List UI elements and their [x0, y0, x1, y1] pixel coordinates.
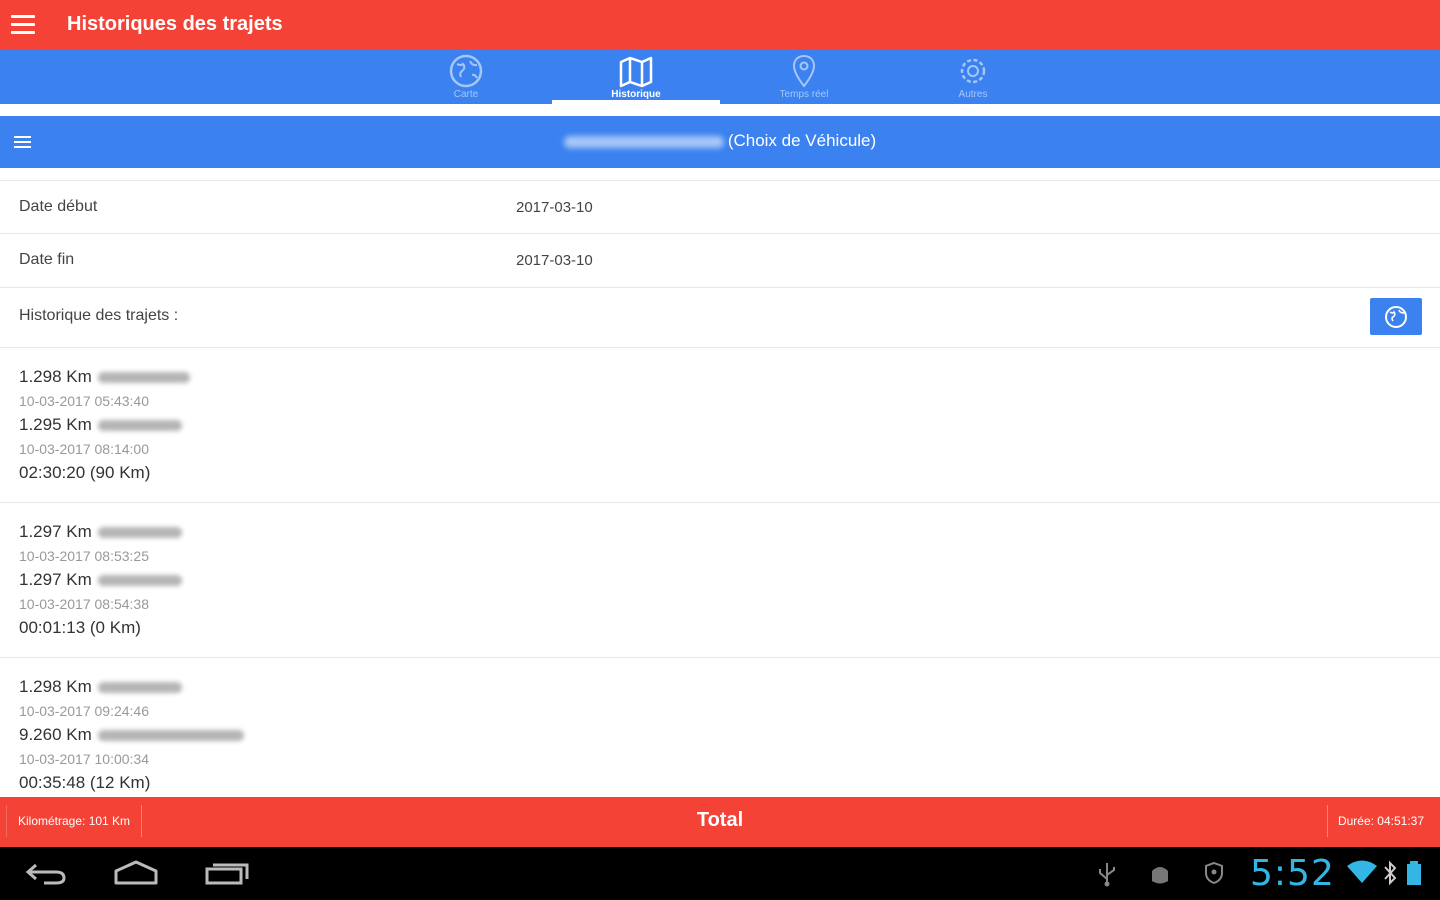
date-end-value[interactable]: 2017-03-10 — [516, 252, 593, 269]
app-bar: Historiques des trajets — [0, 0, 1440, 50]
trip-end-time: 10-03-2017 08:54:38 — [19, 596, 149, 612]
tab-historique[interactable]: Historique — [552, 50, 720, 104]
back-button[interactable] — [24, 857, 68, 894]
date-start-label: Date début — [19, 198, 98, 215]
trip-start-km: 1.297 Km — [19, 522, 182, 542]
bluetooth-icon — [1384, 860, 1397, 886]
android-debug-icon — [1152, 867, 1168, 884]
globe-icon — [449, 54, 483, 88]
totals-footer: Total Kilométrage: 101 Km Durée: 04:51:3… — [0, 797, 1440, 847]
date-end-label: Date fin — [19, 251, 75, 268]
map-icon — [619, 56, 653, 88]
trip-end-time: 10-03-2017 10:00:34 — [19, 751, 149, 767]
tab-historique-label: Historique — [611, 89, 661, 100]
back-icon — [25, 863, 66, 885]
tab-autres[interactable]: Autres — [889, 50, 1057, 104]
home-button[interactable] — [112, 857, 160, 894]
trip-start-time: 10-03-2017 09:24:46 — [19, 703, 149, 719]
trip-duration: 02:30:20 (90 Km) — [19, 463, 151, 482]
battery-icon — [1407, 861, 1421, 885]
vehicle-selector[interactable]: (Choix de Véhicule) — [0, 131, 1440, 151]
tab-autres-label: Autres — [958, 89, 988, 100]
tab-carte[interactable]: Carte — [382, 50, 550, 104]
tab-indicator — [552, 100, 720, 104]
location-pin-icon — [792, 54, 816, 88]
trip-start-time: 10-03-2017 08:53:25 — [19, 548, 149, 564]
trip-start-km: 1.298 Km — [19, 677, 182, 697]
history-header-row: Historique des trajets : — [0, 288, 1440, 348]
date-end-row[interactable]: Date fin 2017-03-10 — [0, 233, 1440, 288]
trip-end-km: 9.260 Km — [19, 725, 244, 745]
history-label: Historique des trajets : — [19, 307, 179, 324]
usb-icon — [1099, 863, 1115, 887]
vehicle-selector-bar[interactable]: (Choix de Véhicule) — [0, 116, 1440, 168]
trip-end-km: 1.295 Km — [19, 415, 182, 435]
trip-duration: 00:01:13 (0 Km) — [19, 618, 141, 637]
total-kilometrage: Kilométrage: 101 Km — [6, 805, 143, 837]
vehicle-choice-label: (Choix de Véhicule) — [727, 131, 877, 150]
total-label: Total — [696, 809, 744, 831]
system-nav-bar: 5:52 — [0, 847, 1440, 900]
total-duration: Durée: 04:51:37 — [1326, 805, 1434, 837]
settings-icon — [960, 58, 986, 84]
tab-temps-reel[interactable]: Temps réel — [720, 50, 888, 104]
trip-start-time: 10-03-2017 05:43:40 — [19, 393, 149, 409]
vehicle-name-redacted — [563, 135, 724, 148]
tab-bar: Carte Historique Temps réel Autres — [0, 50, 1440, 104]
wifi-icon — [1347, 860, 1377, 883]
trip-end-time: 10-03-2017 08:14:00 — [19, 441, 149, 457]
tab-temps-reel-label: Temps réel — [779, 89, 829, 100]
date-start-value[interactable]: 2017-03-10 — [516, 199, 593, 216]
recent-apps-icon — [205, 863, 249, 885]
trip-duration: 00:35:48 (12 Km) — [19, 773, 151, 792]
globe-icon — [1385, 306, 1407, 328]
status-clock: 5:52 — [1250, 853, 1335, 894]
date-start-row[interactable]: Date début 2017-03-10 — [0, 180, 1440, 234]
home-icon — [114, 860, 158, 885]
trip-item[interactable]: 1.298 Km 10-03-2017 09:24:46 9.260 Km 10… — [0, 658, 1440, 797]
trip-item[interactable]: 1.298 Km 10-03-2017 05:43:40 1.295 Km 10… — [0, 348, 1440, 503]
trip-item[interactable]: 1.297 Km 10-03-2017 08:53:25 1.297 Km 10… — [0, 503, 1440, 658]
trip-end-km: 1.297 Km — [19, 570, 182, 590]
security-shield-icon — [1205, 861, 1223, 885]
trip-start-km: 1.298 Km — [19, 367, 190, 387]
recent-apps-button[interactable] — [204, 857, 250, 894]
tab-carte-label: Carte — [453, 89, 479, 100]
refresh-button[interactable] — [1370, 298, 1422, 335]
menu-icon[interactable] — [11, 15, 35, 35]
page-title: Historiques des trajets — [67, 13, 283, 35]
